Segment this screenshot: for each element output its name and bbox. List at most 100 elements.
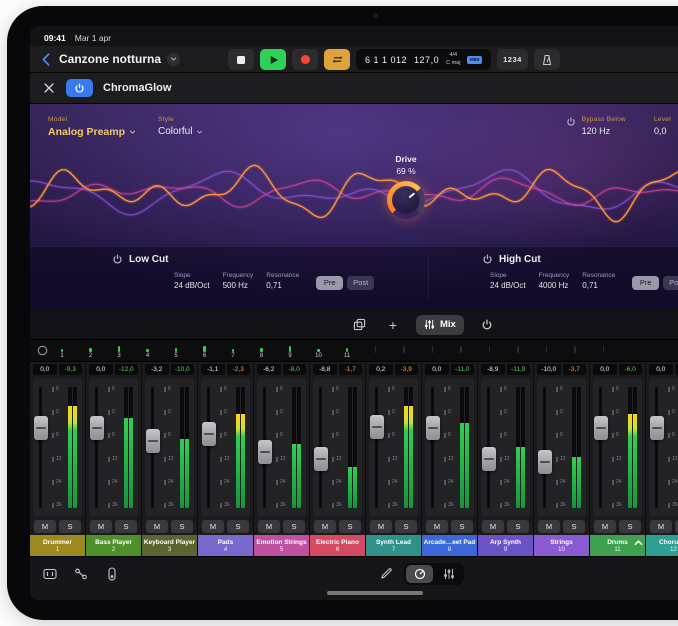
- track-label[interactable]: Emotion Strings5: [254, 535, 309, 556]
- solo-button[interactable]: S: [115, 520, 137, 533]
- stop-button[interactable]: [228, 49, 254, 70]
- drive-knob[interactable]: [387, 181, 425, 219]
- overview-track[interactable]: 1: [54, 349, 70, 359]
- peak-level-display[interactable]: -4,2: [675, 364, 678, 375]
- mute-button[interactable]: M: [426, 520, 448, 533]
- knobs-view-button[interactable]: [406, 565, 433, 583]
- fader-handle[interactable]: [426, 416, 440, 440]
- solo-button[interactable]: S: [507, 520, 529, 533]
- pre-button[interactable]: Pre: [316, 276, 343, 290]
- fader-handle[interactable]: [90, 416, 104, 440]
- mute-button[interactable]: M: [538, 520, 560, 533]
- level-control[interactable]: Level 0,0: [654, 116, 678, 136]
- add-track-button[interactable]: +: [382, 315, 404, 335]
- track-label[interactable]: Chorus V12: [646, 535, 678, 556]
- fader-handle[interactable]: [650, 416, 664, 440]
- fader-handle[interactable]: [482, 447, 496, 471]
- post-button[interactable]: Post: [347, 276, 374, 290]
- back-button[interactable]: [42, 53, 50, 66]
- peak-level-display[interactable]: -11,0: [451, 364, 475, 375]
- fader-handle[interactable]: [314, 447, 328, 471]
- track-label[interactable]: Keyboard Player3: [142, 535, 197, 556]
- mix-view-button[interactable]: Mix: [416, 315, 464, 335]
- overview-track[interactable]: 7: [225, 349, 241, 359]
- peak-level-display[interactable]: -11,9: [507, 364, 531, 375]
- overview-track[interactable]: 3: [111, 346, 127, 359]
- collapse-chevron-icon[interactable]: [634, 540, 643, 546]
- bypass-below-control[interactable]: Bypass Below 120 Hz: [566, 116, 626, 136]
- routing-button[interactable]: [69, 564, 93, 584]
- duplicate-button[interactable]: [348, 315, 370, 335]
- play-button[interactable]: [260, 49, 286, 70]
- fader-value-display[interactable]: -6,2: [257, 364, 281, 375]
- peak-level-display[interactable]: -10,0: [171, 364, 195, 375]
- power-icon[interactable]: [112, 254, 123, 265]
- track-label[interactable]: Electric Piano6: [310, 535, 365, 556]
- count-in-button[interactable]: 1234: [497, 49, 528, 70]
- overview-track[interactable]: 10: [311, 349, 327, 359]
- solo-button[interactable]: S: [171, 520, 193, 533]
- channel-strip-button[interactable]: [100, 564, 124, 584]
- mute-button[interactable]: M: [370, 520, 392, 533]
- peak-level-display[interactable]: -9,3: [59, 364, 83, 375]
- frequency-value[interactable]: 500 Hz: [223, 281, 254, 290]
- mute-button[interactable]: M: [146, 520, 168, 533]
- mute-button[interactable]: M: [482, 520, 504, 533]
- channel-modules-button[interactable]: [38, 564, 62, 584]
- lcd-display[interactable]: 6 1 1 012 127,0 4/4 C maj MIDI: [356, 49, 491, 70]
- fader-value-display[interactable]: 0,2: [369, 364, 393, 375]
- overview-track[interactable]: 5: [168, 348, 184, 360]
- mute-button[interactable]: M: [34, 520, 56, 533]
- fader-value-display[interactable]: -3,2: [145, 364, 169, 375]
- power-icon[interactable]: [482, 254, 493, 265]
- solo-button[interactable]: S: [395, 520, 417, 533]
- track-label[interactable]: Drums11: [590, 535, 645, 556]
- metronome-button[interactable]: [534, 49, 560, 70]
- post-button[interactable]: Post: [663, 276, 678, 290]
- frequency-value[interactable]: 4000 Hz: [539, 281, 570, 290]
- slope-value[interactable]: 24 dB/Oct: [490, 281, 526, 290]
- peak-level-display[interactable]: -8,0: [283, 364, 307, 375]
- track-label[interactable]: Drummer1: [30, 535, 85, 556]
- peak-level-display[interactable]: -3,7: [563, 364, 587, 375]
- fader-value-display[interactable]: 0,0: [593, 364, 617, 375]
- fader-handle[interactable]: [258, 440, 272, 464]
- model-selector[interactable]: Model Analog Preamp: [48, 116, 136, 138]
- track-label[interactable]: Pads4: [198, 535, 253, 556]
- overview-track[interactable]: 6: [197, 346, 213, 359]
- fader-value-display[interactable]: -8,8: [313, 364, 337, 375]
- peak-level-display[interactable]: -12,0: [115, 364, 139, 375]
- solo-button[interactable]: S: [451, 520, 473, 533]
- solo-button[interactable]: S: [339, 520, 361, 533]
- overview-track[interactable]: 11: [339, 348, 355, 360]
- solo-button[interactable]: S: [619, 520, 641, 533]
- solo-button[interactable]: S: [563, 520, 585, 533]
- fader-value-display[interactable]: 0,0: [33, 364, 57, 375]
- fader-handle[interactable]: [594, 416, 608, 440]
- track-label[interactable]: Arp Synth9: [478, 535, 533, 556]
- mute-button[interactable]: M: [258, 520, 280, 533]
- peak-level-display[interactable]: -3,9: [395, 364, 419, 375]
- fader-value-display[interactable]: -1,1: [201, 364, 225, 375]
- project-menu-button[interactable]: [167, 53, 180, 66]
- fader-handle[interactable]: [370, 415, 384, 439]
- resonance-value[interactable]: 0,71: [266, 281, 299, 290]
- overview-track[interactable]: 8: [254, 348, 270, 360]
- fader-value-display[interactable]: 0,0: [425, 364, 449, 375]
- mute-button[interactable]: M: [650, 520, 672, 533]
- home-indicator[interactable]: [327, 591, 423, 595]
- edit-mode-button[interactable]: [380, 567, 393, 580]
- style-selector[interactable]: Style Colorful: [158, 116, 203, 137]
- fader-handle[interactable]: [538, 450, 552, 474]
- overview-track[interactable]: 9: [282, 346, 298, 359]
- track-label[interactable]: Strings10: [534, 535, 589, 556]
- mute-button[interactable]: M: [314, 520, 336, 533]
- slope-value[interactable]: 24 dB/Oct: [174, 281, 210, 290]
- fader-value-display[interactable]: -8,9: [481, 364, 505, 375]
- resonance-value[interactable]: 0,71: [582, 281, 615, 290]
- mute-button[interactable]: M: [202, 520, 224, 533]
- plugin-power-button[interactable]: [66, 79, 93, 97]
- mute-button[interactable]: M: [90, 520, 112, 533]
- record-button[interactable]: [292, 49, 318, 70]
- cycle-button[interactable]: [324, 49, 350, 70]
